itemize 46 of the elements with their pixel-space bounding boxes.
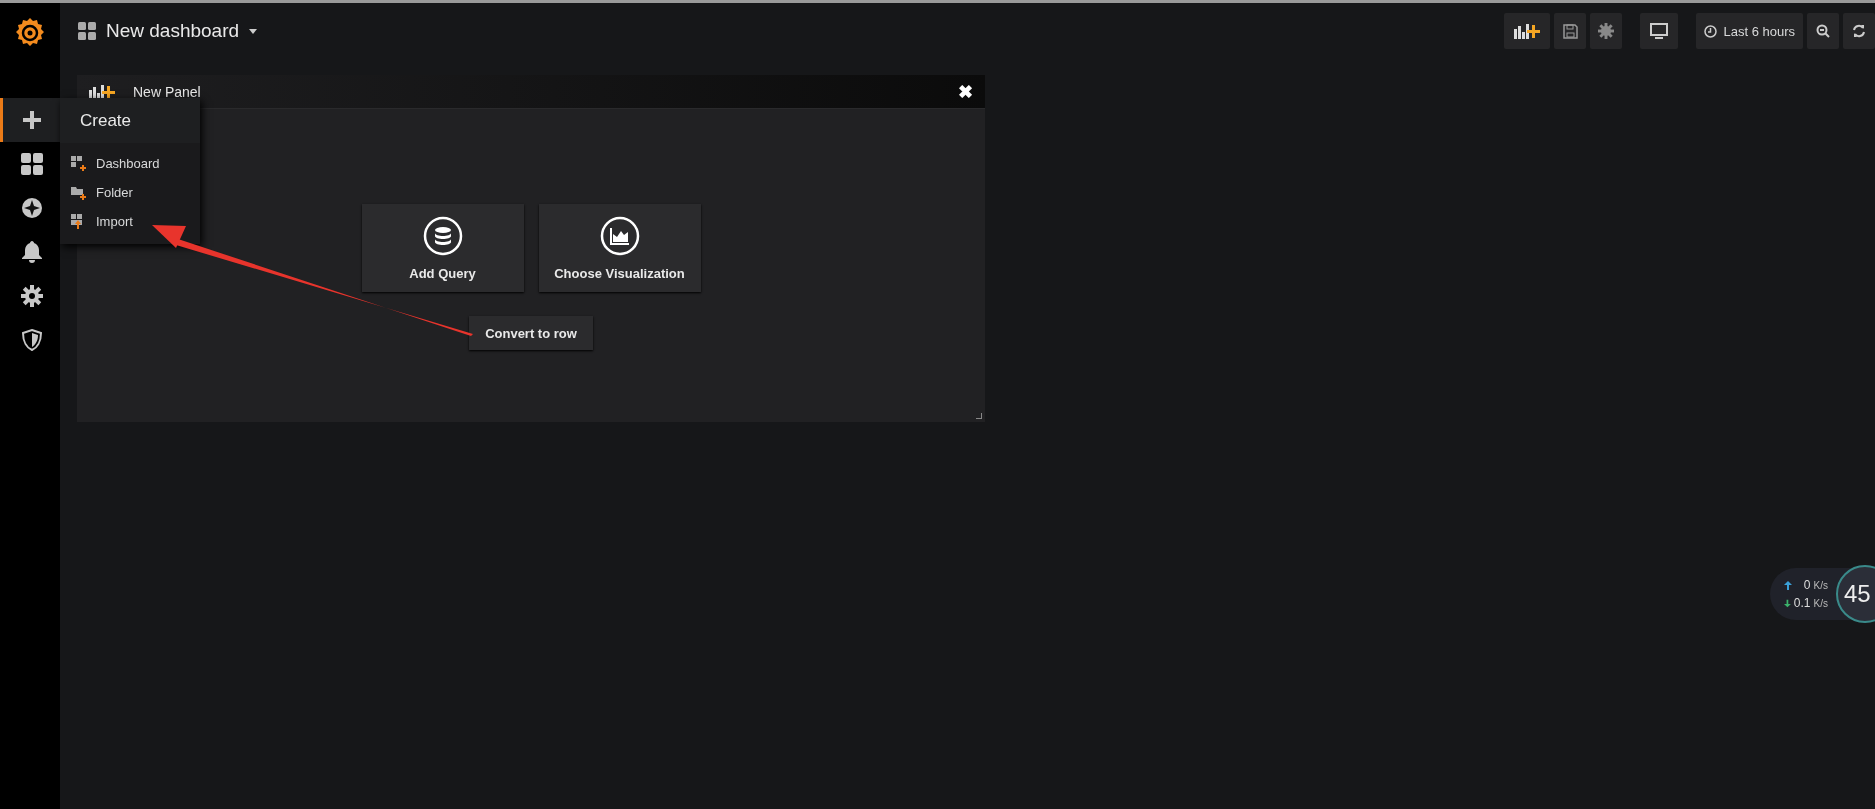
zoom-out-button[interactable] [1807,13,1839,49]
dashboard-title[interactable]: New dashboard [72,16,264,46]
caret-icon [249,28,258,34]
panel-title: New Panel [133,83,201,100]
clock-icon [1704,24,1718,38]
grid-plus-icon [71,156,86,171]
grid-icon [20,153,43,175]
sidebar-item[interactable] [0,98,60,142]
speed-unit: K/s [1813,579,1828,591]
zoom-out-icon [1816,24,1830,38]
resize-handle[interactable] [976,413,982,419]
plus-icon [22,111,41,129]
database-icon [422,215,463,256]
upload-speed: 0 [1803,578,1811,592]
menu-item[interactable]: Import [60,207,200,236]
speed-unit: K/s [1813,597,1828,609]
refresh-icon [1852,24,1866,38]
folder-plus-icon [71,185,86,200]
settings-button[interactable] [1590,13,1623,49]
usage-gauge: 45 [1836,565,1875,623]
close-button[interactable]: ✖ [958,82,973,101]
download-arrow-icon [1784,598,1791,608]
panel-action-button[interactable]: Choose Visualization [538,204,701,292]
download-speed: 0.1 [1793,596,1811,610]
save-button[interactable] [1554,13,1587,49]
gear-icon [20,285,43,307]
menu-item[interactable]: Folder [60,178,200,207]
area-chart-icon [599,215,640,256]
panel-action-button[interactable]: Add Query [361,204,524,292]
menu-title: Create [60,98,200,143]
monitor-icon [1650,23,1669,39]
settings-icon [1598,23,1615,39]
time-picker[interactable]: Last 6 hours [1696,13,1803,49]
refresh-button[interactable] [1843,13,1875,49]
convert-to-row-button[interactable]: Convert to row [469,316,593,350]
grid-icon [78,22,96,40]
logo-icon[interactable] [15,16,45,48]
tv-mode-button[interactable] [1640,13,1679,49]
upload-arrow-icon [1784,580,1792,590]
compass-icon [20,197,43,219]
bars-plus-icon [1514,23,1541,39]
add-panel-button[interactable] [1504,13,1551,49]
bell-icon [21,241,42,263]
dashboard-title-text: New dashboard [106,20,240,42]
menu-item[interactable]: Dashboard [60,149,200,178]
shield-icon [21,329,42,351]
